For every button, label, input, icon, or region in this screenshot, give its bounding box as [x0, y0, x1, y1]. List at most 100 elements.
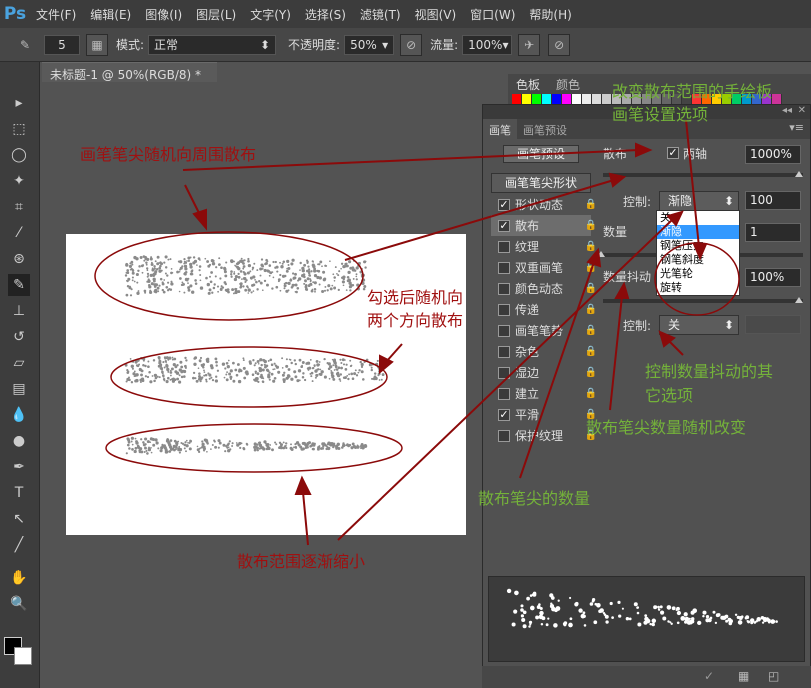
lock-icon[interactable]: 🔒 [585, 346, 597, 357]
pen-tool-icon[interactable]: ✒ [8, 456, 30, 478]
brush-setting-item[interactable]: ✓ 形状动态 🔒 [491, 194, 597, 215]
hand-tool-icon[interactable]: ✋ [8, 567, 30, 589]
brush-setting-item[interactable]: 湿边 🔒 [491, 362, 597, 383]
lasso-tool-icon[interactable]: ◯ [8, 144, 30, 166]
lock-icon[interactable]: 🔒 [585, 388, 597, 399]
airbrush-icon[interactable]: ✈ [518, 33, 541, 56]
quick-select-tool-icon[interactable]: ✦ [8, 170, 30, 192]
eraser-tool-icon[interactable]: ▱ [8, 352, 30, 374]
setting-checkbox[interactable] [498, 261, 510, 274]
setting-checkbox[interactable] [498, 429, 510, 442]
collapse-icon[interactable]: ◂◂ [782, 105, 792, 116]
menu-select[interactable]: 选择(S) [305, 6, 346, 23]
brush-size-picker[interactable]: 5 [44, 34, 80, 55]
scatter-slider-handle[interactable] [795, 171, 803, 177]
brush-tool-icon[interactable]: ✎ [14, 34, 36, 56]
lock-icon[interactable]: 🔒 [585, 283, 597, 294]
zoom-tool-icon[interactable]: 🔍 [8, 593, 30, 615]
scatter-field[interactable]: 1000% [745, 145, 801, 164]
dropdown-option[interactable]: 光笔轮 [657, 267, 739, 281]
eyedropper-tool-icon[interactable]: ⁄ [8, 222, 30, 244]
menu-layer[interactable]: 图层(L) [196, 6, 236, 23]
path-select-tool-icon[interactable]: ↖ [8, 508, 30, 530]
brush-setting-item[interactable]: 保护纹理 🔒 [491, 425, 597, 446]
brush-setting-item[interactable]: 传递 🔒 [491, 299, 597, 320]
pressure-size-icon[interactable]: ⊘ [548, 33, 571, 56]
tab-brush-presets[interactable]: 画笔预设 [517, 119, 573, 139]
setting-checkbox[interactable]: ✓ [498, 198, 510, 211]
dodge-tool-icon[interactable]: ● [8, 430, 30, 452]
menu-window[interactable]: 窗口(W) [470, 6, 515, 23]
dropdown-option[interactable]: 钢笔压力 [657, 239, 739, 253]
menu-image[interactable]: 图像(I) [145, 6, 182, 23]
move-tool-icon[interactable]: ▸ [8, 92, 30, 114]
blur-tool-icon[interactable]: 💧 [8, 404, 30, 426]
both-axes-checkbox[interactable]: ✓ [667, 147, 679, 159]
setting-checkbox[interactable] [498, 387, 510, 400]
count-slider-handle[interactable] [597, 251, 605, 257]
setting-checkbox[interactable] [498, 282, 510, 295]
opacity-field[interactable]: 50% ▾ [344, 34, 395, 55]
brush-setting-item[interactable]: ✓ 平滑 🔒 [491, 404, 597, 425]
pressure-opacity-icon[interactable]: ⊘ [400, 33, 423, 56]
type-tool-icon[interactable]: T [8, 482, 30, 504]
dropdown-option[interactable]: 渐隐 [657, 225, 739, 239]
lock-icon[interactable]: 🔒 [585, 241, 597, 252]
marquee-tool-icon[interactable]: ⬚ [8, 118, 30, 140]
toggle-bristle-preview-icon[interactable]: ✓ [704, 669, 714, 683]
menu-help[interactable]: 帮助(H) [529, 6, 571, 23]
count-jitter-field[interactable]: 100% [745, 268, 801, 287]
open-preset-manager-icon[interactable]: ▦ [738, 669, 749, 683]
line-tool-icon[interactable]: ╱ [8, 534, 30, 556]
setting-checkbox[interactable]: ✓ [498, 408, 510, 421]
flow-field[interactable]: 100% ▾ [462, 34, 513, 55]
document-canvas[interactable] [66, 234, 466, 535]
background-color[interactable] [14, 647, 32, 665]
new-brush-icon[interactable]: ◰ [768, 669, 779, 683]
close-icon[interactable]: ✕ [798, 105, 806, 116]
mode-select[interactable]: 正常 ⬍ [148, 34, 277, 55]
history-brush-tool-icon[interactable]: ↺ [8, 326, 30, 348]
lock-icon[interactable]: 🔒 [585, 367, 597, 378]
document-tab[interactable]: 未标题-1 @ 50%(RGB/8) * [42, 62, 217, 82]
panel-menu-icon[interactable]: ▾≡ [783, 119, 810, 139]
lock-icon[interactable]: 🔒 [585, 262, 597, 273]
fade-steps-field[interactable]: 100 [745, 191, 801, 210]
lock-icon[interactable]: 🔒 [585, 325, 597, 336]
menu-view[interactable]: 视图(V) [415, 6, 457, 23]
tab-brush[interactable]: 画笔 [483, 119, 517, 139]
dropdown-option[interactable]: 旋转 [657, 281, 739, 295]
tab-color[interactable]: 颜色 [556, 76, 580, 93]
count-jitter-slider-handle[interactable] [795, 297, 803, 303]
dropdown-option[interactable]: 关 [657, 211, 739, 225]
brush-panel-toggle-icon[interactable]: ▦ [86, 33, 108, 56]
control2-select[interactable]: 关 ⬍ [659, 315, 739, 335]
dropdown-option[interactable]: 钢笔斜度 [657, 253, 739, 267]
brush-tool-icon[interactable]: ✎ [8, 274, 30, 296]
menu-edit[interactable]: 编辑(E) [90, 6, 131, 23]
tab-swatches[interactable]: 色板 [516, 76, 540, 93]
setting-checkbox[interactable] [498, 324, 510, 337]
brush-setting-item[interactable]: 杂色 🔒 [491, 341, 597, 362]
lock-icon[interactable]: 🔒 [585, 304, 597, 315]
brush-setting-item[interactable]: ✓ 散布 🔒 [491, 215, 597, 236]
setting-checkbox[interactable] [498, 303, 510, 316]
setting-checkbox[interactable] [498, 240, 510, 253]
brush-tip-shape-button[interactable]: 画笔笔尖形状 [491, 173, 591, 193]
brush-setting-item[interactable]: 纹理 🔒 [491, 236, 597, 257]
lock-icon[interactable]: 🔒 [585, 220, 597, 231]
crop-tool-icon[interactable]: ⌗ [8, 196, 30, 218]
healing-tool-icon[interactable]: ⊛ [8, 248, 30, 270]
control-select[interactable]: 渐隐 ⬍ [659, 191, 739, 211]
stamp-tool-icon[interactable]: ⊥ [8, 300, 30, 322]
brush-setting-item[interactable]: 颜色动态 🔒 [491, 278, 597, 299]
count-field[interactable]: 1 [745, 223, 801, 242]
scatter-slider[interactable] [603, 173, 803, 177]
count-jitter-slider[interactable] [603, 299, 803, 303]
brush-setting-item[interactable]: 双重画笔 🔒 [491, 257, 597, 278]
brush-setting-item[interactable]: 建立 🔒 [491, 383, 597, 404]
menu-type[interactable]: 文字(Y) [250, 6, 291, 23]
brush-setting-item[interactable]: 画笔笔势 🔒 [491, 320, 597, 341]
menu-filter[interactable]: 滤镜(T) [360, 6, 401, 23]
menu-file[interactable]: 文件(F) [36, 6, 76, 23]
